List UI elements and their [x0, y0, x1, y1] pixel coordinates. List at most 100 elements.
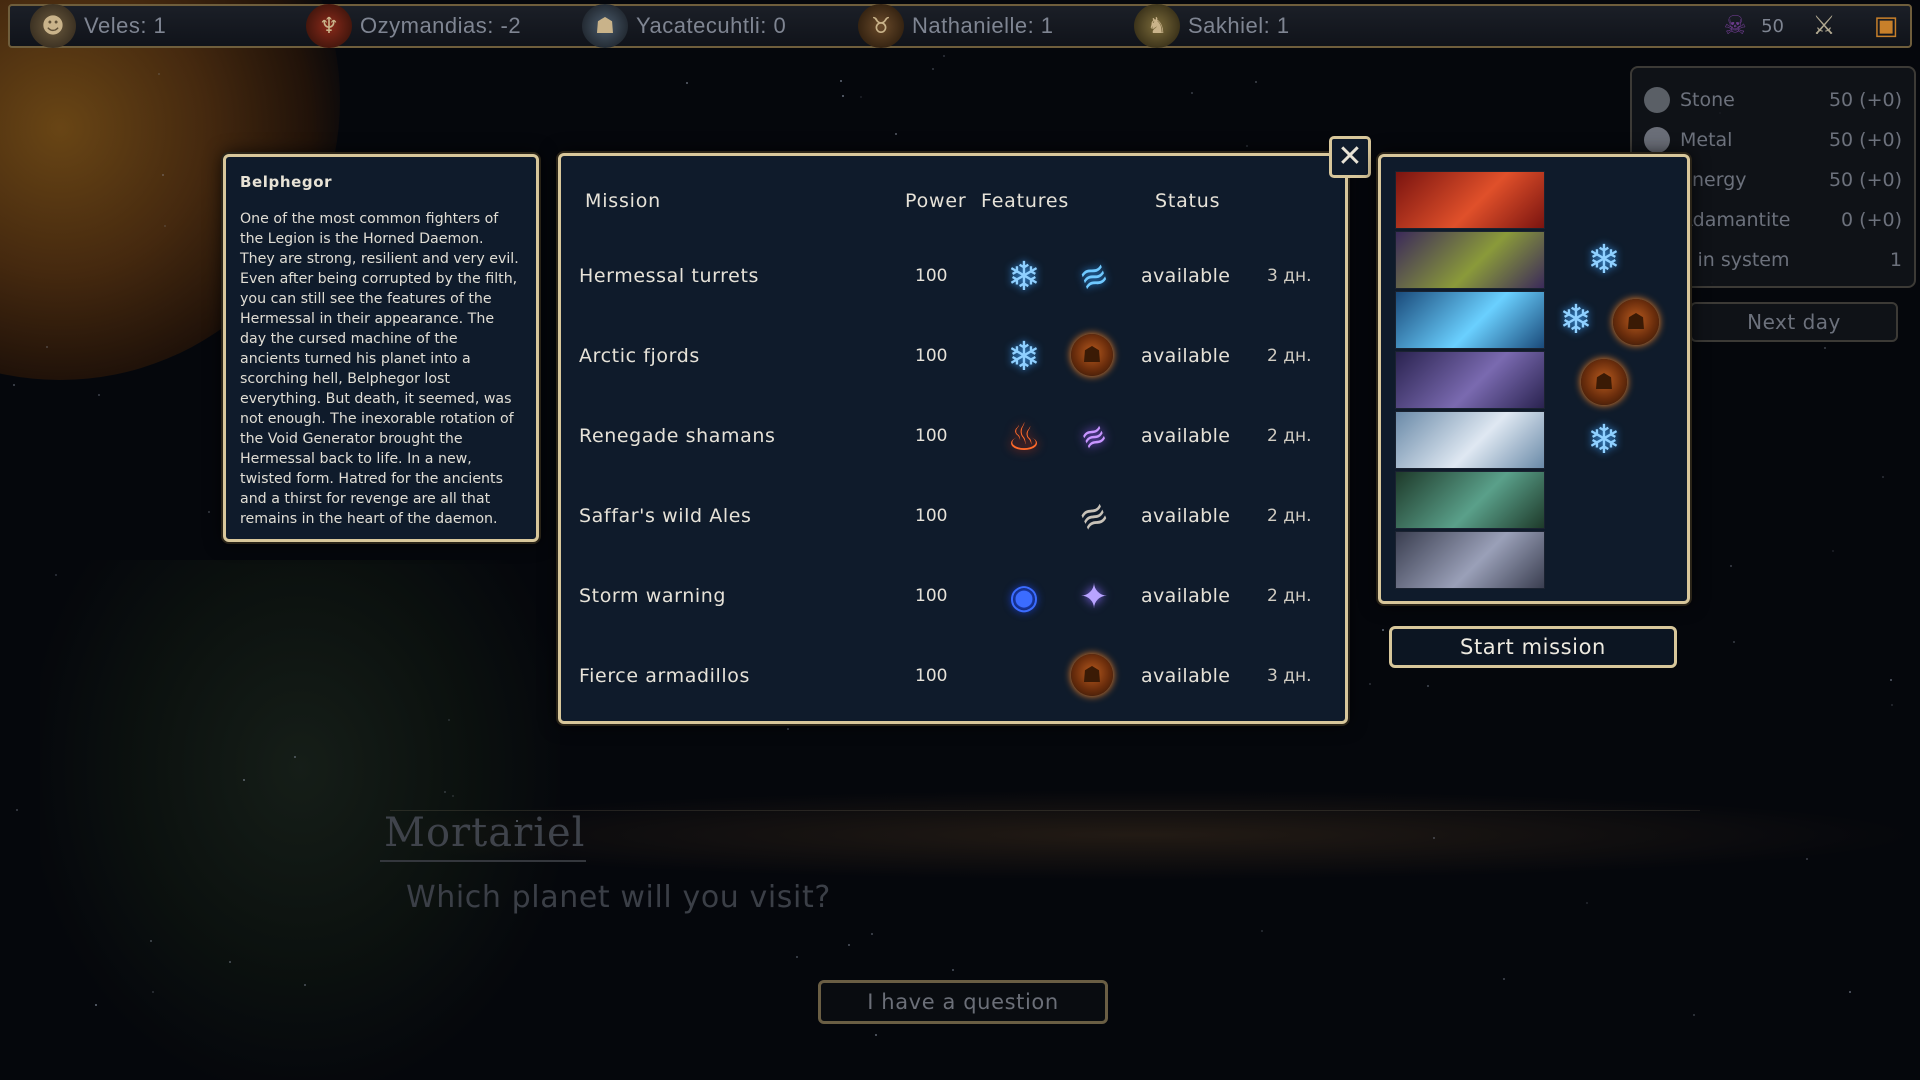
- speaker-underline: [380, 860, 586, 862]
- mission-power: 100: [915, 346, 948, 366]
- star: [152, 991, 154, 993]
- mission-row[interactable]: Storm warning 100 ◉ ✦ available 2 дн.: [561, 556, 1345, 636]
- hero-portrait-dark-elf[interactable]: [1395, 531, 1545, 589]
- star: [952, 969, 954, 971]
- mission-days: 2 дн.: [1267, 506, 1312, 526]
- hero-portrait-shadow-sorceress[interactable]: [1395, 351, 1545, 409]
- purple-blades-icon: ≋: [1075, 415, 1113, 459]
- hero-portrait-white-priestess[interactable]: [1395, 411, 1545, 469]
- star: [1849, 991, 1851, 993]
- star: [243, 779, 245, 781]
- resource-name: Energy: [1680, 169, 1747, 191]
- hero-portrait-red-dragon[interactable]: [1395, 171, 1545, 229]
- star: [1586, 902, 1588, 904]
- demon-icon: ☠: [1723, 11, 1747, 41]
- mission-status: available: [1141, 345, 1231, 367]
- mission-table: Mission Power Features Status Hermessal …: [558, 153, 1348, 724]
- player-ozymandias[interactable]: ♆ Ozymandias: -2: [306, 4, 521, 48]
- mission-row[interactable]: Saffar's wild Ales 100 ≋ available 2 дн.: [561, 476, 1345, 556]
- mission-days: 2 дн.: [1267, 586, 1312, 606]
- frost-icon: ❄: [1007, 254, 1041, 300]
- star: [294, 756, 296, 758]
- header-power: Power: [905, 190, 967, 212]
- mission-status: available: [1141, 665, 1231, 687]
- star: [1824, 347, 1826, 349]
- resource-value: 50 (+0): [1828, 129, 1902, 151]
- star: [452, 795, 454, 797]
- mission-name: Arctic fjords: [579, 345, 700, 367]
- star: [1255, 81, 1257, 83]
- demon-counter[interactable]: ☠ 50: [1713, 6, 1784, 46]
- star: [55, 574, 57, 576]
- mission-row[interactable]: Fierce armadillos 100 ☗ available 3 дн.: [561, 636, 1345, 716]
- star: [875, 1034, 877, 1036]
- close-button[interactable]: ✕: [1329, 136, 1371, 178]
- stone-icon: [1644, 87, 1670, 113]
- mission-days: 2 дн.: [1267, 346, 1312, 366]
- star: [1503, 978, 1505, 980]
- frost-icon: ❄: [1587, 237, 1621, 283]
- star: [16, 809, 18, 811]
- star: [787, 728, 789, 730]
- star: [796, 956, 798, 958]
- player-veles[interactable]: ☻ Veles: 1: [30, 4, 166, 48]
- resource-stone: Stone 50 (+0): [1644, 80, 1902, 120]
- star: [932, 68, 934, 70]
- ask-question-button[interactable]: I have a question: [818, 980, 1108, 1024]
- wind-blades-icon: ≋: [1073, 253, 1115, 301]
- star: [840, 80, 842, 82]
- resource-name: Adamantite: [1680, 209, 1791, 231]
- resource-value: 0 (+0): [1841, 209, 1902, 231]
- mission-row[interactable]: Renegade shamans 100 ♨ ≋ available 2 дн.: [561, 396, 1345, 476]
- mission-power: 100: [915, 506, 948, 526]
- next-day-button[interactable]: Next day: [1690, 302, 1898, 342]
- horizon-glow: [360, 790, 1920, 880]
- close-icon: ✕: [1337, 139, 1363, 174]
- horizon-line: [390, 810, 1700, 811]
- star: [208, 511, 210, 513]
- player-yacatecuhtli[interactable]: ☗ Yacatecuhtli: 0: [582, 4, 786, 48]
- star: [1730, 565, 1732, 567]
- mission-row[interactable]: Hermessal turrets 100 ❄ ≋ available 3 дн…: [561, 236, 1345, 316]
- mission-power: 100: [915, 426, 948, 446]
- star: [860, 96, 862, 98]
- mission-name: Renegade shamans: [579, 425, 776, 447]
- player-nathanielle[interactable]: ♉ Nathanielle: 1: [858, 4, 1054, 48]
- hooded-avatar-icon: ☗: [582, 4, 628, 48]
- star: [1733, 641, 1735, 643]
- crossed-swords-icon[interactable]: ⚔: [1802, 6, 1846, 46]
- star: [1882, 476, 1884, 478]
- hero-portrait-frost-mage[interactable]: [1395, 291, 1545, 349]
- star: [1806, 858, 1808, 860]
- players-bar: ☻ Veles: 1 ♆ Ozymandias: -2 ☗ Yacatecuht…: [8, 4, 1912, 48]
- star: [871, 933, 873, 935]
- star: [842, 95, 844, 97]
- start-mission-button[interactable]: Start mission: [1389, 626, 1677, 668]
- mission-days: 2 дн.: [1267, 426, 1312, 446]
- hero-portrait-orc-warrior[interactable]: [1395, 471, 1545, 529]
- hero-portrait-elf-druid[interactable]: [1395, 231, 1545, 289]
- header-status: Status: [1155, 190, 1221, 212]
- fire-icon: ♨: [1006, 415, 1042, 459]
- star: [150, 940, 152, 942]
- character-description: One of the most common fighters of the L…: [240, 211, 519, 527]
- mission-status: available: [1141, 265, 1231, 287]
- resource-value: 50 (+0): [1828, 169, 1902, 191]
- treasure-chest-icon[interactable]: ▣: [1864, 6, 1908, 46]
- ogre-avatar-icon: ☻: [30, 4, 76, 48]
- star: [95, 1004, 97, 1006]
- claw-icon: ≋: [1072, 492, 1116, 542]
- star: [164, 225, 166, 227]
- player-sakhiel[interactable]: ♞ Sakhiel: 1: [1134, 4, 1290, 48]
- mission-row[interactable]: Arctic fjords 100 ❄ ☗ available 2 дн.: [561, 316, 1345, 396]
- star: [943, 55, 945, 57]
- frost-icon: ❄: [1007, 334, 1041, 380]
- storm-icon: ◉: [1009, 577, 1039, 617]
- header-features: Features: [981, 190, 1070, 212]
- resource-value: 50 (+0): [1828, 89, 1902, 111]
- ogre-icon: ☗: [1613, 299, 1659, 345]
- metal-icon: [1644, 127, 1670, 153]
- speaker-name: Mortariel: [384, 810, 586, 856]
- crystal-icon: ✦: [1079, 577, 1109, 617]
- mission-power: 100: [915, 666, 948, 686]
